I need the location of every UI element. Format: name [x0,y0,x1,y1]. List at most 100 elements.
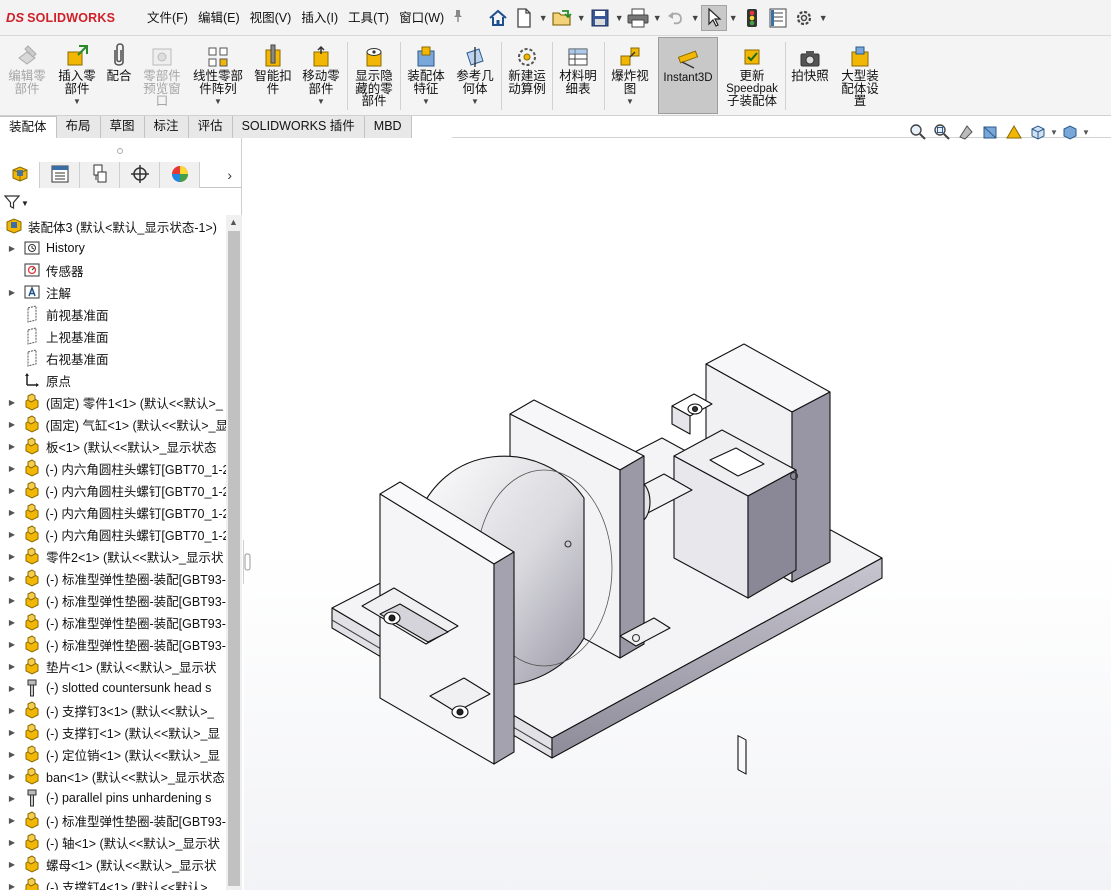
undo-icon[interactable] [663,5,689,31]
mate-button[interactable]: 配合 [102,36,136,116]
tree-item[interactable]: 右视基准面 [0,347,226,369]
menu-file[interactable]: 文件(F) [142,6,193,30]
tree-item[interactable]: ▶ 注解 [0,281,226,303]
view-orientation-caret-icon[interactable]: ▼ [1050,128,1058,137]
tree-item[interactable]: ▶ (-) 轴<1> (默认<<默认>_显示状 [0,831,226,853]
tree-item[interactable]: ▶ (-) 标准型弹性垫圈-装配[GBT93- [0,589,226,611]
insert-components-button[interactable]: 插入零 部件 ▼ [54,36,100,116]
tab-property-manager[interactable] [40,162,80,188]
tree-item[interactable]: 传感器 [0,259,226,281]
tree-item[interactable]: ▶ (-) 标准型弹性垫圈-装配[GBT93- [0,809,226,831]
tab-sketch[interactable]: 草图 [100,116,145,138]
expand-arrow-icon[interactable]: ▶ [6,244,18,253]
tree-root-assembly[interactable]: 装配体3 (默认<默认_显示状态-1>) [0,215,226,237]
expand-arrow-icon[interactable]: ▶ [6,486,18,495]
tree-item[interactable]: ▶ (-) 标准型弹性垫圈-装配[GBT93- [0,567,226,589]
new-caret-icon[interactable]: ▼ [537,13,549,23]
tab-markup[interactable]: 标注 [144,116,189,138]
expand-arrow-icon[interactable]: ▶ [6,464,18,473]
bom-button[interactable]: 材料明 细表 [555,36,601,116]
insert-components-caret-icon[interactable]: ▼ [73,97,81,106]
expand-arrow-icon[interactable]: ▶ [6,882,18,890]
expand-arrow-icon[interactable]: ▶ [6,508,18,517]
component-preview-button[interactable]: 零部件 预览窗口 [138,36,186,116]
tree-item[interactable]: ▶ (-) 定位销<1> (默认<<默认>_显 [0,743,226,765]
take-snapshot-button[interactable]: 拍快照 [788,36,832,116]
expand-arrow-icon[interactable]: ▶ [6,838,18,847]
home-icon[interactable] [485,5,511,31]
tab-evaluate[interactable]: 评估 [188,116,233,138]
expand-arrow-icon[interactable]: ▶ [6,728,18,737]
menu-window[interactable]: 窗口(W) [394,6,449,30]
expand-arrow-icon[interactable]: ▶ [6,816,18,825]
update-speedpak-button[interactable]: 更新 Speedpak 子装配体 [722,36,782,116]
tree-item[interactable]: ▶ (-) 内六角圆柱头螺钉[GBT70_1-2 [0,501,226,523]
expand-arrow-icon[interactable]: ▶ [6,860,18,869]
tab-feature-manager[interactable] [0,162,40,188]
linear-pattern-caret-icon[interactable]: ▼ [214,97,222,106]
tree-item[interactable]: ▶ (-) 标准型弹性垫圈-装配[GBT93- [0,611,226,633]
expand-arrow-icon[interactable]: ▶ [6,398,18,407]
tab-layout[interactable]: 布局 [56,116,101,138]
tree-filter[interactable]: ▼ [3,192,34,214]
expand-arrow-icon[interactable]: ▶ [6,530,18,539]
assembly-3d-model[interactable] [244,138,1111,890]
tree-item[interactable]: ▶ (-) 支撑钉4<1> (默认<<默认>_ [0,875,226,890]
move-component-caret-icon[interactable]: ▼ [317,97,325,106]
tree-item[interactable]: ▶ (-) slotted countersunk head s [0,677,226,699]
select-pointer-icon[interactable] [701,4,728,31]
expand-arrow-icon[interactable]: ▶ [6,662,18,671]
move-component-button[interactable]: 移动零 部件 ▼ [298,36,344,116]
open-document-icon[interactable] [549,5,575,31]
tree-item[interactable]: 原点 [0,369,226,391]
exploded-view-caret-icon[interactable]: ▼ [626,97,634,106]
tree-item[interactable]: ▶ 螺母<1> (默认<<默认>_显示状 [0,853,226,875]
assembly-features-button[interactable]: 装配体 特征 ▼ [403,36,449,116]
display-style-caret-icon[interactable]: ▼ [1082,128,1090,137]
filter-caret-icon[interactable]: ▼ [21,199,29,208]
assembly-features-caret-icon[interactable]: ▼ [422,97,430,106]
tree-item[interactable]: ▶ (固定) 气缸<1> (默认<<默认>_显 [0,413,226,435]
expand-arrow-icon[interactable]: ▶ [6,684,18,693]
expand-arrow-icon[interactable]: ▶ [6,706,18,715]
save-caret-icon[interactable]: ▼ [613,13,625,23]
large-assembly-button[interactable]: 大型装 配体设置 [836,36,884,116]
tree-item[interactable]: ▶ (-) parallel pins unhardening s [0,787,226,809]
print-icon[interactable] [625,5,651,31]
tree-item[interactable]: 上视基准面 [0,325,226,347]
expand-arrow-icon[interactable]: ▶ [6,288,18,297]
linear-pattern-button[interactable]: 线性零部 件阵列 ▼ [190,36,246,116]
expand-arrow-icon[interactable]: ▶ [6,552,18,561]
tab-mbd[interactable]: MBD [364,116,412,138]
tree-item[interactable]: ▶ 垫片<1> (默认<<默认>_显示状 [0,655,226,677]
solidworks-logo[interactable]: DS SOLIDWORKS [6,10,134,25]
expand-arrow-icon[interactable]: ▶ [6,772,18,781]
pin-menu-icon[interactable] [451,9,467,26]
expand-arrow-icon[interactable]: ▶ [6,794,18,803]
expand-arrow-icon[interactable]: ▶ [6,420,18,429]
print-caret-icon[interactable]: ▼ [651,13,663,23]
tree-item[interactable]: ▶ (-) 内六角圆柱头螺钉[GBT70_1-2 [0,523,226,545]
tab-display-manager[interactable] [160,162,200,188]
tree-item[interactable]: ▶ (-) 内六角圆柱头螺钉[GBT70_1-2 [0,479,226,501]
tree-item[interactable]: ▶ (-) 标准型弹性垫圈-装配[GBT93- [0,633,226,655]
options-gear-icon[interactable] [791,5,817,31]
scrollbar-thumb[interactable] [228,231,240,886]
instant3d-button[interactable]: Instant3D [658,37,718,114]
tree-item[interactable]: ▶ (-) 支撑钉<1> (默认<<默认>_显 [0,721,226,743]
expand-arrow-icon[interactable]: ▶ [6,618,18,627]
open-caret-icon[interactable]: ▼ [575,13,587,23]
save-icon[interactable] [587,5,613,31]
scroll-up-icon[interactable]: ▲ [229,217,238,227]
menu-tools[interactable]: 工具(T) [343,6,394,30]
tree-item[interactable]: ▶ (固定) 零件1<1> (默认<<默认>_ [0,391,226,413]
menu-edit[interactable]: 编辑(E) [193,6,245,30]
tree-scrollbar[interactable]: ▲ [226,215,242,890]
file-properties-icon[interactable] [765,5,791,31]
show-hidden-components-button[interactable]: 显示隐 藏的零 部件 [350,36,398,116]
expand-arrow-icon[interactable]: ▶ [6,442,18,451]
rebuild-traffic-light-icon[interactable] [739,5,765,31]
new-motion-study-button[interactable]: 新建运 动算例 [504,36,550,116]
tab-configuration-manager[interactable] [80,162,120,188]
panel-grip-handle[interactable] [117,148,123,154]
